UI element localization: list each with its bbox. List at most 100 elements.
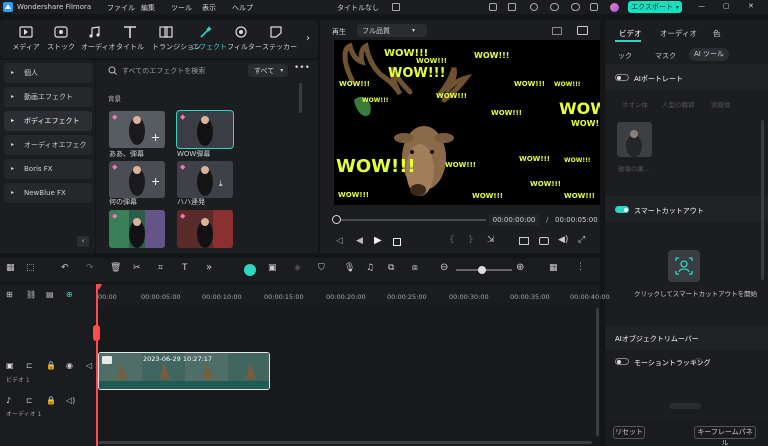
speaker-icon[interactable]: ◁) <box>66 396 75 405</box>
tab-sticker[interactable]: ステッカー <box>262 24 297 52</box>
help-icon[interactable]: ⓘ <box>695 357 702 367</box>
audio-mix-icon[interactable]: ♫ <box>366 263 374 273</box>
magnet-icon[interactable]: ⊕ <box>66 290 73 299</box>
tab-title[interactable]: タイトル <box>116 24 144 52</box>
quality-select[interactable]: フル品質 ▾ <box>357 24 427 37</box>
keyframe-panel-button[interactable]: キーフレームパネル <box>694 426 756 446</box>
tab-stock[interactable]: ストック <box>47 24 75 52</box>
tab-filter[interactable]: フィルター <box>227 24 262 52</box>
sidebar-item-personal[interactable]: ▸ 個人 <box>4 63 92 83</box>
portrait-option[interactable]: 人型の輪郭 <box>662 99 695 109</box>
snapshot-icon[interactable]: ⧉ <box>388 263 394 273</box>
vertical-scrollbar[interactable] <box>596 308 599 436</box>
gift-icon[interactable] <box>590 3 598 11</box>
folder-icon[interactable]: ⊏ <box>26 361 33 370</box>
effect-thumbnail-nan[interactable]: ◆ + <box>109 161 165 198</box>
sidebar-item-newblue-fx[interactable]: ▸ NewBlue FX <box>4 183 92 203</box>
pip-icon[interactable]: ⧈ <box>412 263 418 273</box>
menu-edit[interactable]: 編集 <box>141 3 155 13</box>
camera-icon[interactable] <box>539 237 549 245</box>
ai-portrait-toggle[interactable] <box>615 74 629 81</box>
microphone-icon[interactable]: 🎙 <box>344 263 355 273</box>
effect-thumbnail-wow[interactable]: ◆ <box>176 110 234 149</box>
tab-audio[interactable]: オーディオ <box>660 28 697 39</box>
mark-in-icon[interactable]: { <box>449 235 455 245</box>
menu-help[interactable]: ヘルプ <box>232 3 253 13</box>
ruler-ticks[interactable]: 00:00 00:00:05:00 00:00:10:00 00:00:15:0… <box>96 284 610 308</box>
menu-tools[interactable]: ツール <box>171 3 192 13</box>
mark-out-icon[interactable]: } <box>468 235 474 245</box>
play-icon[interactable]: ▶ <box>374 235 382 246</box>
monitor-icon[interactable] <box>519 237 529 245</box>
portrait-preset-thumbnail[interactable] <box>617 122 652 157</box>
crop-icon[interactable]: ⌗ <box>158 263 163 273</box>
snapshot-icon[interactable] <box>577 26 588 35</box>
add-track-icon[interactable]: ⊞ <box>6 290 13 299</box>
cloud-upload-icon[interactable] <box>550 3 559 11</box>
more-tools-icon[interactable]: » <box>206 262 212 273</box>
portrait-option[interactable]: 実線体 <box>711 99 731 109</box>
reset-button[interactable]: リセット <box>613 426 645 439</box>
subtab-basic[interactable]: ック <box>618 51 632 61</box>
sidebar-item-video-effects[interactable]: ▸ 動画エフェクト <box>4 87 92 107</box>
avatar[interactable] <box>610 3 619 12</box>
fullscreen-icon[interactable]: ⤢ <box>578 235 585 245</box>
layout-icon[interactable] <box>392 3 400 11</box>
grid-view-icon[interactable] <box>552 27 562 35</box>
tab-video[interactable]: ビデオ <box>619 28 642 39</box>
lock-icon[interactable]: 🔒 <box>46 396 56 405</box>
lock-icon[interactable]: 🔒 <box>46 361 56 370</box>
subtab-mask[interactable]: マスク <box>655 51 676 61</box>
support-icon[interactable] <box>530 3 538 11</box>
horizontal-scrollbar[interactable] <box>98 441 592 444</box>
menu-file[interactable]: ファイル <box>107 3 135 13</box>
more-options-icon[interactable]: ••• <box>294 63 310 73</box>
zoom-in-icon[interactable]: ⊕ <box>516 262 524 273</box>
maximize-icon[interactable]: ▢ <box>723 2 730 10</box>
notification-icon[interactable] <box>489 3 497 11</box>
progress-handle[interactable] <box>332 215 341 224</box>
mute-icon[interactable]: ◁ <box>86 361 92 370</box>
tab-color[interactable]: 色 <box>713 28 721 39</box>
effect-thumbnail[interactable]: ◆ <box>177 210 233 248</box>
step-back-icon[interactable]: ◀ <box>356 236 363 246</box>
portrait-option[interactable]: ネオン体 <box>622 99 648 109</box>
delete-icon[interactable]: 🗑 <box>110 263 121 273</box>
text-icon[interactable]: T <box>182 263 188 273</box>
insert-menu-icon[interactable]: ⇲ <box>487 235 495 245</box>
subtab-ai-tools[interactable]: AI ツール <box>689 48 729 61</box>
smart-cutout-toggle[interactable] <box>615 206 629 213</box>
motion-tracking-toggle[interactable] <box>615 358 629 365</box>
playhead[interactable] <box>96 284 98 446</box>
scrollbar[interactable] <box>299 83 302 113</box>
progress-track[interactable] <box>336 219 486 221</box>
effect-thumbnail[interactable]: ◆ <box>109 210 165 248</box>
eye-icon[interactable]: ◉ <box>66 361 73 370</box>
tab-effects[interactable]: エフェクト <box>192 24 227 52</box>
cloud-download-icon[interactable] <box>571 3 580 11</box>
tab-transition[interactable]: トランジション <box>152 24 201 52</box>
select-tool-icon[interactable]: ⬚ <box>26 263 35 273</box>
download-icon[interactable]: ⤓ <box>219 179 223 189</box>
playhead-handle[interactable] <box>93 325 100 341</box>
link-icon[interactable]: ⛓ <box>26 290 36 299</box>
effect-thumbnail-haha[interactable]: ◆ ⤓ <box>177 161 233 198</box>
keyframe-icon[interactable]: ◈ <box>294 263 301 273</box>
zoom-slider-handle[interactable] <box>478 266 486 274</box>
smart-cutout-button[interactable] <box>668 250 700 282</box>
save-icon[interactable] <box>508 3 516 11</box>
grid-layout-icon[interactable]: ▦ <box>549 263 558 273</box>
scrollbar[interactable] <box>761 120 764 280</box>
export-button[interactable]: エクスポート ▾ <box>628 1 682 13</box>
layout-grid-icon[interactable]: ▦ <box>6 263 15 273</box>
marker-icon[interactable]: ⛉ <box>318 263 325 273</box>
filter-select[interactable]: すべて ▾ <box>248 64 288 77</box>
track-group-icon[interactable]: ▤ <box>46 290 54 299</box>
collapse-sidebar-icon[interactable]: ‹ <box>77 236 89 247</box>
sidebar-item-body-effects[interactable]: ▸ ボディエフェクト <box>4 111 92 131</box>
redo-icon[interactable]: ↷ <box>86 263 94 273</box>
render-preview-icon[interactable]: ▣ <box>268 263 277 273</box>
effect-thumbnail-aa[interactable]: ◆ + <box>109 111 165 148</box>
menu-view[interactable]: 表示 <box>202 3 216 13</box>
folder-icon[interactable]: ⊏ <box>26 396 33 405</box>
